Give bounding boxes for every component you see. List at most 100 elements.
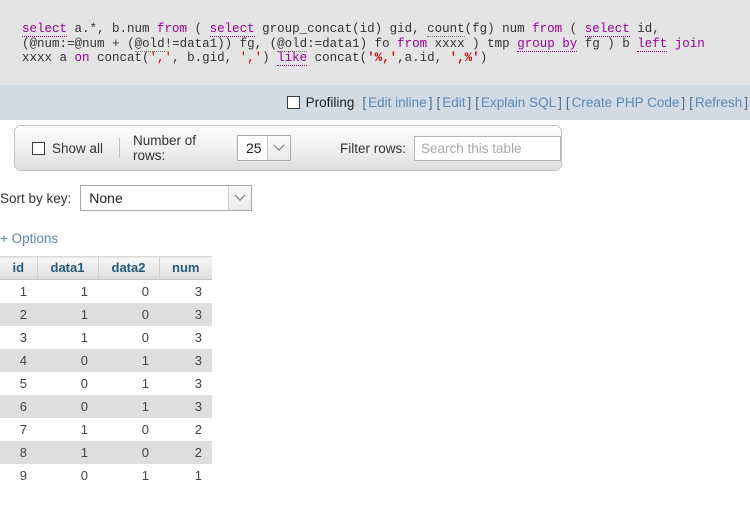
- table-row[interactable]: 9011: [0, 464, 212, 487]
- cell-id: 7: [0, 418, 37, 441]
- table-row[interactable]: 6013: [0, 395, 212, 418]
- table-row[interactable]: 1103: [0, 280, 212, 304]
- sort-by-key-value: None: [81, 190, 228, 206]
- chevron-down-icon: [228, 186, 251, 210]
- column-header-id[interactable]: id: [0, 257, 37, 280]
- sql-token: group by: [517, 37, 577, 52]
- table-row[interactable]: 3103: [0, 326, 212, 349]
- sql-token: + (: [105, 37, 135, 51]
- sql-token: '%,': [367, 51, 397, 65]
- cell-num: 2: [159, 418, 212, 441]
- bracket-close: ]: [744, 95, 748, 110]
- table-row[interactable]: 2103: [0, 303, 212, 326]
- number-of-rows-label: Number of rows:: [133, 133, 232, 163]
- bracket-open: [: [362, 95, 366, 110]
- sort-by-key-select[interactable]: None: [80, 185, 252, 211]
- bracket-open: [: [436, 95, 440, 110]
- sql-token: ',%': [450, 51, 480, 65]
- sql-query-text[interactable]: select a.*, b.num from ( select group_co…: [22, 22, 734, 66]
- sql-token: xxxx ) tmp: [427, 37, 517, 51]
- sql-token: concat(: [307, 51, 367, 65]
- cell-data2: 1: [98, 464, 159, 487]
- cell-num: 1: [159, 464, 212, 487]
- cell-id: 2: [0, 303, 37, 326]
- cell-data2: 1: [98, 372, 159, 395]
- cell-data1: 1: [37, 441, 98, 464]
- sql-token: ): [480, 51, 488, 65]
- toolbar-link-explain-sql[interactable]: Explain SQL: [481, 95, 556, 110]
- cell-num: 3: [159, 326, 212, 349]
- column-header-data1[interactable]: data1: [37, 257, 98, 280]
- cell-data1: 1: [37, 326, 98, 349]
- sql-token: :=: [60, 37, 75, 51]
- rows-controls-panel: Show all Number of rows: 25 Filter rows:: [14, 125, 562, 171]
- column-header-data2[interactable]: data2: [98, 257, 159, 280]
- table-row[interactable]: 8102: [0, 441, 212, 464]
- profiling-checkbox[interactable]: [287, 96, 300, 109]
- cell-data2: 0: [98, 280, 159, 304]
- cell-data1: 0: [37, 464, 98, 487]
- sort-by-key-row: Sort by key: None: [0, 185, 252, 211]
- cell-id: 5: [0, 372, 37, 395]
- cell-id: 8: [0, 441, 37, 464]
- options-toggle-link[interactable]: + Options: [0, 231, 58, 246]
- table-row[interactable]: 5013: [0, 372, 212, 395]
- filter-rows-input[interactable]: [414, 136, 561, 161]
- sql-token: (: [562, 22, 585, 36]
- cell-data2: 1: [98, 349, 159, 372]
- number-of-rows-select[interactable]: 25: [237, 135, 291, 161]
- cell-data1: 1: [37, 418, 98, 441]
- sql-token: @num: [75, 37, 105, 51]
- cell-num: 2: [159, 441, 212, 464]
- cell-num: 3: [159, 349, 212, 372]
- table-row[interactable]: 7102: [0, 418, 212, 441]
- cell-data1: 1: [37, 280, 98, 304]
- sql-token: select: [22, 22, 67, 37]
- sql-token: ): [262, 51, 277, 65]
- cell-data2: 0: [98, 441, 159, 464]
- sql-token: fg ) b: [577, 37, 637, 51]
- query-results-table: iddata1data2num 110321033103401350136013…: [0, 256, 212, 487]
- sql-token: left: [637, 37, 667, 52]
- chevron-down-icon: [267, 136, 290, 160]
- cell-data1: 0: [37, 395, 98, 418]
- sql-token: a.*, b.num: [67, 22, 157, 36]
- show-all-checkbox[interactable]: [32, 142, 45, 155]
- sql-token: group_concat: [255, 22, 353, 36]
- sql-token: @num: [30, 37, 60, 51]
- table-row[interactable]: 4013: [0, 349, 212, 372]
- cell-num: 3: [159, 395, 212, 418]
- sql-token: (id) gid,: [352, 22, 427, 36]
- bracket-open: [: [475, 95, 479, 110]
- cell-id: 9: [0, 464, 37, 487]
- query-actions-toolbar: Profiling [Edit inline][Edit][Explain SQ…: [0, 85, 750, 120]
- sql-token: on: [75, 51, 90, 65]
- bracket-open: [: [566, 95, 570, 110]
- cell-id: 4: [0, 349, 37, 372]
- column-header-num[interactable]: num: [159, 257, 212, 280]
- cell-data1: 1: [37, 303, 98, 326]
- cell-id: 1: [0, 280, 37, 304]
- cell-data2: 0: [98, 418, 159, 441]
- results-table-body: 110321033103401350136013710281029011: [0, 280, 212, 488]
- toolbar-link-edit[interactable]: Edit: [442, 95, 465, 110]
- bracket-close: ]: [429, 95, 433, 110]
- sql-token: :=data1) fo: [307, 37, 397, 51]
- sql-token: , b.gid,: [172, 51, 240, 65]
- cell-data1: 0: [37, 372, 98, 395]
- show-all-label: Show all: [52, 141, 103, 156]
- cell-num: 3: [159, 303, 212, 326]
- cell-data1: 0: [37, 349, 98, 372]
- bracket-close: ]: [558, 95, 562, 110]
- sql-token: concat(: [90, 51, 150, 65]
- toolbar-link-refresh[interactable]: Refresh: [695, 95, 742, 110]
- sql-token: ',': [150, 51, 173, 65]
- toolbar-link-create-php-code[interactable]: Create PHP Code: [572, 95, 680, 110]
- table-header-row: iddata1data2num: [0, 257, 212, 280]
- sort-by-key-label: Sort by key:: [0, 191, 71, 206]
- query-actions-group: Profiling [Edit inline][Edit][Explain SQ…: [287, 85, 750, 120]
- sql-token: select: [210, 22, 255, 37]
- toolbar-link-edit-inline[interactable]: Edit inline: [368, 95, 427, 110]
- sql-token: count: [427, 22, 465, 37]
- sql-token: select: [585, 22, 630, 37]
